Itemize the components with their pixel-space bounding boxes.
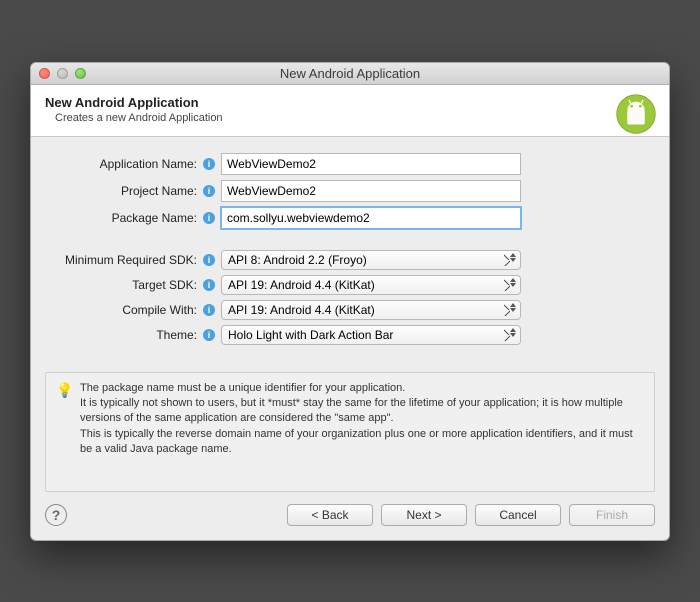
select-target-sdk[interactable]: API 19: Android 4.4 (KitKat) [221, 275, 521, 295]
hint-line-1: The package name must be a unique identi… [80, 381, 644, 396]
select-min-sdk[interactable]: API 8: Android 2.2 (Froyo) [221, 250, 521, 270]
info-icon[interactable]: i [203, 254, 215, 266]
chevron-updown-icon [510, 278, 516, 287]
chevron-updown-icon [510, 328, 516, 337]
banner-heading: New Android Application [45, 95, 655, 110]
button-bar: ? < Back Next > Cancel Finish [31, 492, 669, 540]
banner-subheading: Creates a new Android Application [45, 112, 655, 124]
info-icon[interactable]: i [203, 279, 215, 291]
label-target-sdk: Target SDK: [51, 278, 197, 292]
dialog-window: New Android Application New Android Appl… [30, 62, 670, 541]
info-icon[interactable]: i [203, 212, 215, 224]
hint-box: 💡 The package name must be a unique iden… [45, 372, 655, 492]
label-app-name: Application Name: [51, 157, 197, 171]
hint-text: The package name must be a unique identi… [80, 381, 644, 483]
help-icon[interactable]: ? [45, 504, 67, 526]
info-icon[interactable]: i [203, 185, 215, 197]
banner: New Android Application Creates a new An… [31, 85, 669, 137]
finish-button: Finish [569, 504, 655, 526]
cancel-button[interactable]: Cancel [475, 504, 561, 526]
label-package-name: Package Name: [51, 211, 197, 225]
row-package-name: Package Name: i [51, 207, 649, 229]
select-target-sdk-value: API 19: Android 4.4 (KitKat) [228, 278, 375, 292]
row-project-name: Project Name: i [51, 180, 649, 202]
row-app-name: Application Name: i [51, 153, 649, 175]
next-button[interactable]: Next > [381, 504, 467, 526]
form-area: Application Name: i Project Name: i Pack… [31, 137, 669, 360]
label-compile: Compile With: [51, 303, 197, 317]
lightbulb-icon: 💡 [56, 381, 70, 483]
hint-line-2: It is typically not shown to users, but … [80, 396, 644, 427]
select-theme[interactable]: Holo Light with Dark Action Bar [221, 325, 521, 345]
info-icon[interactable]: i [203, 329, 215, 341]
row-theme: Theme: i Holo Light with Dark Action Bar [51, 325, 649, 345]
chevron-updown-icon [510, 303, 516, 312]
input-app-name[interactable] [221, 153, 521, 175]
input-project-name[interactable] [221, 180, 521, 202]
info-icon[interactable]: i [203, 304, 215, 316]
row-compile: Compile With: i API 19: Android 4.4 (Kit… [51, 300, 649, 320]
chevron-updown-icon [510, 253, 516, 262]
window-title: New Android Application [31, 66, 669, 81]
select-min-sdk-value: API 8: Android 2.2 (Froyo) [228, 253, 367, 267]
row-target-sdk: Target SDK: i API 19: Android 4.4 (KitKa… [51, 275, 649, 295]
select-theme-value: Holo Light with Dark Action Bar [228, 328, 393, 342]
label-project-name: Project Name: [51, 184, 197, 198]
titlebar: New Android Application [31, 63, 669, 85]
row-min-sdk: Minimum Required SDK: i API 8: Android 2… [51, 250, 649, 270]
input-package-name[interactable] [221, 207, 521, 229]
info-icon[interactable]: i [203, 158, 215, 170]
hint-line-3: This is typically the reverse domain nam… [80, 427, 644, 458]
android-icon [615, 93, 657, 135]
select-compile[interactable]: API 19: Android 4.4 (KitKat) [221, 300, 521, 320]
label-theme: Theme: [51, 328, 197, 342]
select-compile-value: API 19: Android 4.4 (KitKat) [228, 303, 375, 317]
label-min-sdk: Minimum Required SDK: [51, 253, 197, 267]
back-button[interactable]: < Back [287, 504, 373, 526]
